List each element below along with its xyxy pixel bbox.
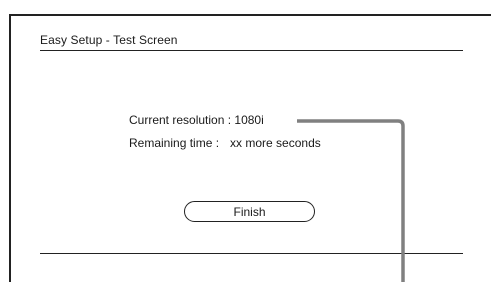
callout-pointer-line [297, 119, 405, 282]
callout-line [297, 119, 405, 282]
